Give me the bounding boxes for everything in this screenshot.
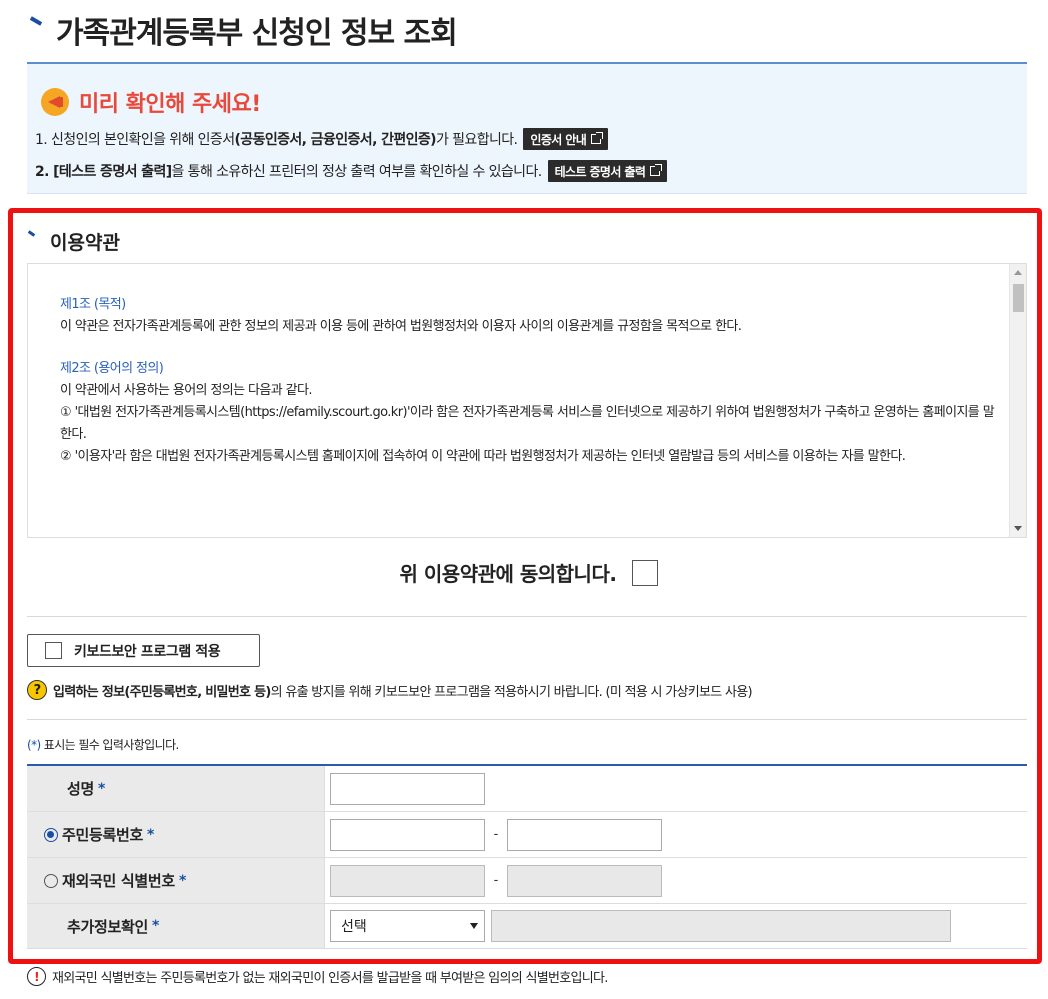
- rrn-radio[interactable]: [44, 827, 58, 842]
- help-bold: (주민등록번호, 비밀번호 등): [124, 684, 271, 700]
- dash-separator: -: [493, 827, 499, 842]
- overseas-radio[interactable]: [44, 873, 58, 888]
- notice-line-1-suffix: 가 필요합니다.: [436, 132, 518, 148]
- required-star: *: [98, 780, 106, 797]
- applicant-form-table: 성명 * 주민등록번호 * - 재외국민 식별번호 * - 추가정보확인 * 선…: [27, 764, 1027, 949]
- terms-agree-checkbox[interactable]: [632, 559, 659, 586]
- article-2-item-2: ② '이용자'라 함은 대법원 전자가족관계등록시스템 홈페이지에 접속하여 이…: [60, 449, 906, 464]
- overseas-front-input: [330, 864, 485, 897]
- dash-separator: -: [493, 873, 499, 888]
- section-bullet-icon: [28, 232, 36, 240]
- notice-line-2-bold: 2. [테스트 증명서 출력]: [35, 164, 172, 180]
- notice-line-1: 1. 신청인의 본인확인을 위해 인증서 (공동인증서, 금융인증서, 간편인증)…: [35, 128, 609, 150]
- rrn-back-input[interactable]: [507, 818, 662, 851]
- article-2-item-1: ① '대법원 전자가족관계등록시스템(https://efamily.scour…: [60, 405, 995, 442]
- article-1-body: 이 약관은 전자가족관계등록에 관한 정보의 제공과 이용 등에 관하여 법원행…: [60, 319, 742, 334]
- name-label: 성명: [67, 780, 95, 798]
- overseas-warning: ! 재외국민 식별번호는 주민등록번호가 없는 재외국민이 인증서를 발급받을 …: [27, 967, 608, 986]
- keyboard-security-label: 키보드보안 프로그램 적용: [74, 643, 221, 660]
- test-print-button-label: 테스트 증명서 출력: [554, 164, 646, 179]
- required-star: *: [147, 826, 155, 843]
- chevron-down-icon: [470, 923, 478, 929]
- article-2-intro: 이 약관에서 사용하는 용어의 정의는 다음과 같다.: [60, 383, 313, 398]
- form-row-extra: 추가정보확인 * 선택: [27, 904, 1027, 949]
- extra-info-select[interactable]: 선택: [330, 910, 485, 942]
- name-input[interactable]: [330, 772, 485, 805]
- keyboard-security-button[interactable]: 키보드보안 프로그램 적용: [27, 634, 260, 667]
- notice-line-1-prefix: 1. 신청인의 본인확인을 위해 인증서: [35, 132, 235, 148]
- scroll-down-arrow-icon[interactable]: [1014, 526, 1022, 531]
- article-1-title: 제1조 (목적): [60, 297, 126, 312]
- terms-content: 제1조 (목적) 이 약관은 전자가족관계등록에 관한 정보의 제공과 이용 등…: [60, 294, 1000, 468]
- divider: [27, 719, 1027, 720]
- form-row-overseas: 재외국민 식별번호 * -: [27, 858, 1027, 904]
- keyboard-help-text: ? 입력하는 정보 (주민등록번호, 비밀번호 등) 의 유출 방지를 위해 키보드…: [27, 680, 753, 700]
- help-suffix: 의 유출 방지를 위해 키보드보안 프로그램을 적용하시기 바랍니다. (미 적…: [270, 684, 753, 700]
- required-star: *: [178, 872, 186, 889]
- megaphone-icon: [41, 88, 69, 116]
- form-row-rrn: 주민등록번호 * -: [27, 812, 1027, 858]
- help-prefix: 입력하는 정보: [53, 684, 125, 700]
- notice-line-2: 2. [테스트 증명서 출력] 을 통해 소유하신 프린터의 정상 출력 여부를 …: [35, 160, 668, 182]
- overseas-cell: -: [325, 858, 1027, 903]
- external-link-icon: [650, 164, 663, 176]
- extra-select-value: 선택: [341, 919, 367, 935]
- rrn-front-input[interactable]: [330, 818, 485, 851]
- extra-label: 추가정보확인: [67, 917, 149, 936]
- cert-guide-button-label: 인증서 안내: [530, 132, 587, 147]
- notice-title: 미리 확인해 주세요!: [79, 92, 261, 117]
- terms-section-title: 이용약관: [28, 228, 120, 255]
- external-link-icon: [591, 132, 604, 144]
- extra-header: 추가정보확인 *: [27, 904, 325, 948]
- page-title-text: 가족관계등록부 신청인 정보 조회: [56, 16, 458, 51]
- required-star: (*): [27, 738, 41, 752]
- extra-info-input: [491, 910, 951, 942]
- terms-scrollbar[interactable]: [1009, 264, 1026, 537]
- exclamation-icon: !: [27, 967, 46, 986]
- warning-text: 재외국민 식별번호는 주민등록번호가 없는 재외국민이 인증서를 발급받을 때 …: [52, 971, 608, 986]
- page-title: 가족관계등록부 신청인 정보 조회: [30, 8, 458, 52]
- terms-scroll-box[interactable]: 제1조 (목적) 이 약관은 전자가족관계등록에 관한 정보의 제공과 이용 등…: [27, 263, 1027, 538]
- rrn-label: 주민등록번호: [62, 826, 144, 844]
- rrn-header[interactable]: 주민등록번호 *: [27, 812, 325, 857]
- rrn-cell: -: [325, 812, 1027, 857]
- name-header: 성명 *: [27, 766, 325, 811]
- notice-header: 미리 확인해 주세요!: [41, 86, 261, 118]
- article-2-title: 제2조 (용어의 정의): [60, 361, 164, 376]
- overseas-label: 재외국민 식별번호: [62, 872, 175, 890]
- extra-cell: 선택: [325, 904, 1027, 948]
- form-row-name: 성명 *: [27, 766, 1027, 812]
- scroll-up-arrow-icon[interactable]: [1014, 270, 1022, 275]
- notice-line-2-suffix: 을 통해 소유하신 프린터의 정상 출력 여부를 확인하실 수 있습니다.: [171, 164, 543, 180]
- cert-guide-button[interactable]: 인증서 안내: [523, 128, 609, 150]
- scrollbar-thumb[interactable]: [1013, 284, 1024, 312]
- terms-section-title-text: 이용약관: [50, 232, 120, 254]
- overseas-header[interactable]: 재외국민 식별번호 *: [27, 858, 325, 903]
- keyboard-security-checkbox[interactable]: [45, 642, 62, 659]
- required-note-text: 표시는 필수 입력사항입니다.: [40, 738, 180, 752]
- notice-line-1-bold: (공동인증서, 금융인증서, 간편인증): [234, 132, 436, 148]
- terms-agree-row: 위 이용약관에 동의합니다.: [0, 558, 1048, 587]
- question-icon: ?: [27, 680, 47, 700]
- required-star: *: [152, 918, 160, 934]
- name-cell: [325, 766, 1027, 811]
- required-note: (*) 표시는 필수 입력사항입니다.: [27, 736, 179, 753]
- test-print-button[interactable]: 테스트 증명서 출력: [547, 160, 668, 182]
- divider: [27, 616, 1027, 617]
- title-bullet-icon: [30, 17, 44, 31]
- overseas-back-input: [507, 864, 662, 897]
- terms-agree-label: 위 이용약관에 동의합니다.: [399, 562, 617, 586]
- notice-box: 미리 확인해 주세요! 1. 신청인의 본인확인을 위해 인증서 (공동인증서, …: [27, 62, 1027, 194]
